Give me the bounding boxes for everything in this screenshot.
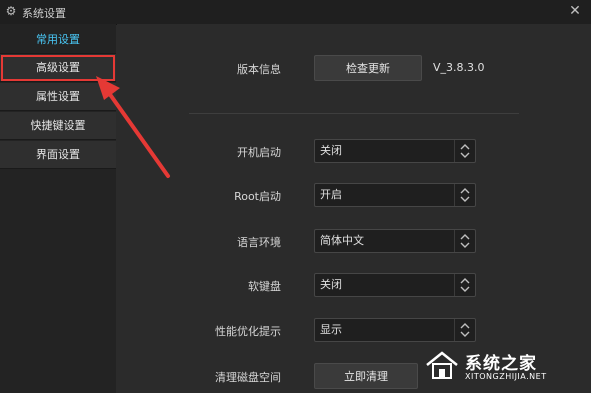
root-start-select[interactable]: 开启 — [314, 183, 476, 207]
spinner-icon[interactable] — [454, 140, 475, 162]
clean-disk-label: 清理磁盘空间 — [215, 371, 281, 384]
spinner-icon[interactable] — [454, 230, 475, 252]
red-arrow-icon — [96, 76, 170, 178]
gear-icon: ⚙ — [5, 4, 17, 18]
watermark: 系统之家 XITONGZHIJIA.NET — [425, 347, 585, 387]
spinner-icon[interactable] — [454, 274, 475, 296]
soft-keyboard-label: 软键盘 — [248, 280, 281, 293]
spinner-icon[interactable] — [454, 184, 475, 206]
divider — [189, 113, 519, 114]
close-icon[interactable]: ✕ — [567, 3, 583, 19]
sidebar-item-common[interactable]: 常用设置 — [0, 26, 116, 54]
settings-panel: 版本信息 检查更新 V_3.8.3.0 开机启动 关闭 Root启动 开启 语言… — [117, 24, 591, 393]
watermark-url: XITONGZHIJIA.NET — [465, 372, 547, 381]
check-update-button[interactable]: 检查更新 — [314, 55, 422, 81]
clean-now-button[interactable]: 立即清理 — [314, 363, 418, 389]
language-label: 语言环境 — [237, 236, 281, 249]
perf-tip-select[interactable]: 显示 — [314, 318, 476, 342]
soft-keyboard-value: 关闭 — [320, 278, 342, 291]
autostart-value: 关闭 — [320, 144, 342, 157]
house-logo-icon — [426, 351, 458, 379]
version-number: V_3.8.3.0 — [433, 61, 485, 74]
root-start-value: 开启 — [320, 188, 342, 201]
window-title: 系统设置 — [22, 7, 66, 20]
perf-tip-label: 性能优化提示 — [215, 325, 281, 338]
language-select[interactable]: 简体中文 — [314, 229, 476, 253]
perf-tip-value: 显示 — [320, 323, 342, 336]
root-start-label: Root启动 — [234, 190, 281, 203]
spinner-icon[interactable] — [454, 319, 475, 341]
soft-keyboard-select[interactable]: 关闭 — [314, 273, 476, 297]
title-bar: ⚙ 系统设置 ✕ — [0, 0, 591, 25]
watermark-brand: 系统之家 — [465, 354, 537, 374]
language-value: 简体中文 — [320, 234, 364, 247]
autostart-select[interactable]: 关闭 — [314, 139, 476, 163]
